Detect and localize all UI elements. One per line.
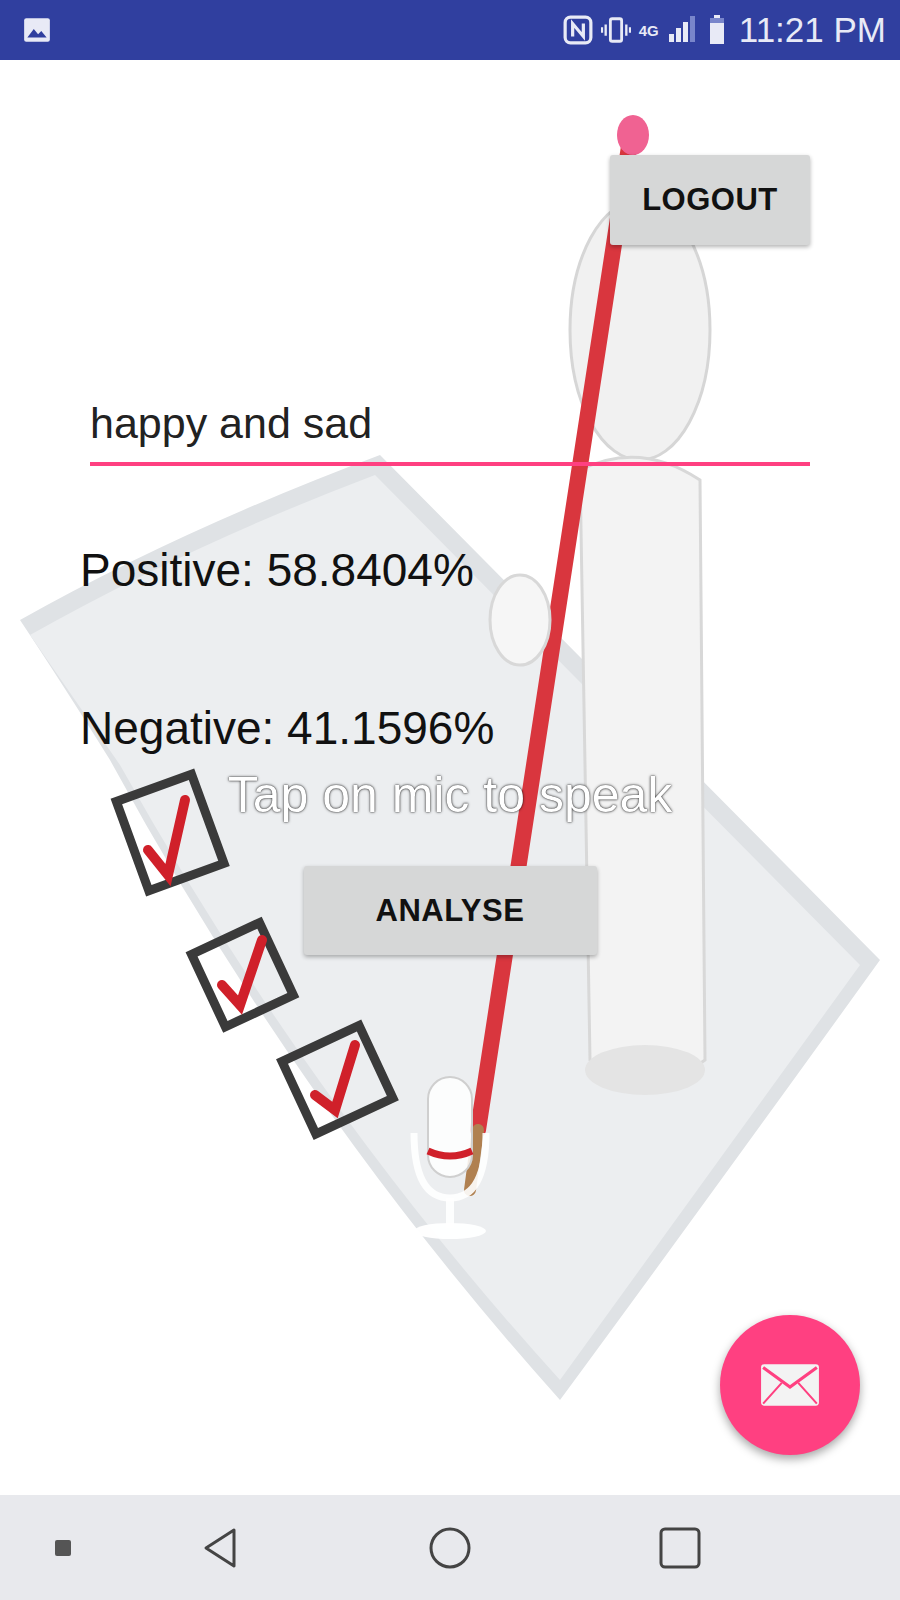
top-row: LOGOUT (0, 60, 900, 245)
nav-cell (126, 1526, 314, 1570)
clock: 11:21 PM (739, 10, 886, 50)
image-notification-icon (22, 15, 52, 45)
mic-row (0, 1073, 900, 1243)
text-field (90, 395, 810, 466)
mic-hint: Tap on mic to speak (0, 764, 900, 826)
recents-icon[interactable] (658, 1526, 702, 1570)
nav-small-square-icon[interactable] (55, 1540, 71, 1556)
result-line: Positive: 58.8404% (80, 538, 900, 602)
result-line: Negative: 41.1596% (80, 696, 900, 760)
email-fab[interactable] (720, 1315, 860, 1455)
status-bar: 4G 11:21 PM (0, 0, 900, 60)
nav-cell (314, 1526, 586, 1570)
main-content: LOGOUT Positive: 58.8404% Negative: 41.159… (0, 60, 900, 1495)
nav-cell (0, 1540, 126, 1556)
battery-icon (709, 15, 725, 45)
logout-button[interactable]: LOGOUT (610, 155, 810, 245)
back-icon[interactable] (198, 1526, 242, 1570)
results: Positive: 58.8404% Negative: 41.1596% (80, 538, 900, 760)
nfc-icon (563, 15, 593, 45)
signal-icon (667, 16, 697, 44)
network-type: 4G (639, 23, 659, 38)
text-input[interactable] (90, 395, 810, 462)
envelope-icon (759, 1362, 821, 1408)
status-icons: 4G 11:21 PM (563, 10, 886, 50)
nav-cell (586, 1526, 774, 1570)
analyse-button[interactable]: ANALYSE (304, 866, 597, 955)
app-screen: 4G 11:21 PM LOGOUT Positive: 58.8404% Negati… (0, 0, 900, 1600)
microphone-icon[interactable] (400, 1073, 500, 1243)
analyse-row: ANALYSE (0, 866, 900, 955)
home-icon[interactable] (428, 1526, 472, 1570)
navigation-bar (0, 1495, 900, 1600)
vibrate-icon (601, 15, 631, 45)
